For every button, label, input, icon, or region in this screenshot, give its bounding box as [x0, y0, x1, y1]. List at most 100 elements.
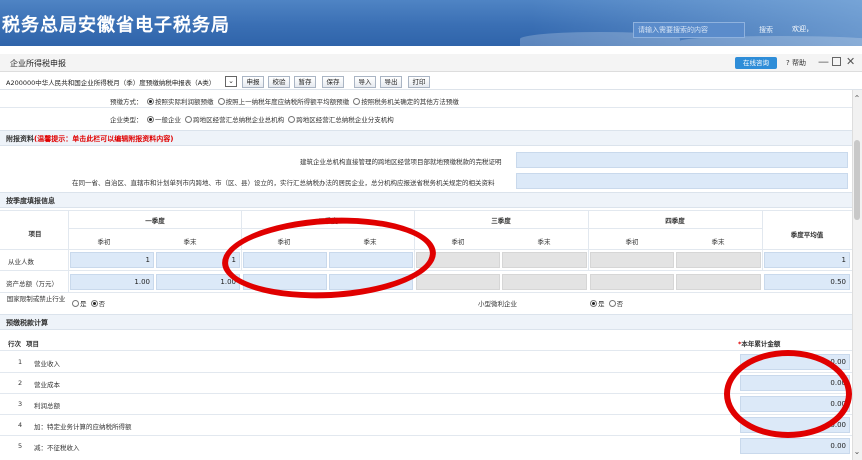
radio-branch[interactable] — [288, 116, 296, 123]
row-label-profit: 利润总额 — [34, 402, 60, 410]
q4-end-employees — [676, 252, 761, 268]
prepay-option-label: 按照税务机关确定的其他方法预缴 — [361, 98, 459, 106]
q1-begin-assets[interactable]: 1.00 — [70, 274, 154, 290]
q3-end-employees — [502, 252, 587, 268]
q4-end-assets — [676, 274, 761, 290]
calc-item-header: 项目 — [26, 340, 39, 348]
declare-button[interactable]: 申报 — [242, 76, 264, 88]
q4-begin-employees — [590, 252, 674, 268]
welcome-text: 欢迎， — [792, 25, 813, 33]
attach-title: 附报资料 — [6, 135, 34, 143]
attach-hint: (温馨提示：单击此栏可以编辑附报资料内容) — [34, 135, 174, 143]
assets-average: 0.50 — [764, 274, 850, 290]
radio-avg-income[interactable] — [217, 98, 225, 105]
prepay-option-label: 按照实际利润额预缴 — [155, 98, 214, 106]
attach-row-2-field[interactable] — [516, 173, 848, 189]
radio-restricted-no[interactable] — [90, 300, 98, 307]
q1-end-header: 季末 — [183, 238, 197, 246]
site-title: 税务总局安徽省电子税务局 — [2, 15, 230, 36]
restore-icon[interactable] — [832, 57, 841, 66]
radio-restricted-yes[interactable] — [72, 300, 79, 307]
attach-row-2-label: 在同一省、自治区、直辖市和计划单列市内跨地、市（区、县）设立的，实行汇总纳税办法… — [72, 179, 495, 187]
q4-begin-header: 季初 — [625, 238, 639, 246]
panel-title: 企业所得税申报 — [10, 59, 66, 68]
close-icon[interactable]: ✕ — [846, 55, 855, 68]
row-no: 1 — [18, 358, 23, 366]
q3-begin-assets — [416, 274, 500, 290]
q1-begin-employees[interactable]: 1 — [70, 252, 154, 268]
q1-header: 一季度 — [145, 217, 165, 225]
assets-label: 资产总额（万元） — [6, 280, 58, 288]
export-button[interactable]: 导出 — [380, 76, 402, 88]
row-label-non-taxable: 减：不征税收入 — [34, 444, 80, 452]
row-label-cost: 营业成本 — [34, 381, 60, 389]
row-no: 5 — [18, 442, 23, 450]
quarterly-section-header: 按季度填报信息 — [0, 192, 852, 208]
row-no: 3 — [18, 400, 23, 408]
q4-end-header: 季末 — [711, 238, 725, 246]
row-label-special-income: 加：特定业务计算的应纳税所得额 — [34, 423, 132, 431]
attach-section-header[interactable]: 附报资料(温馨提示：单击此栏可以编辑附报资料内容) — [0, 130, 852, 146]
no-label: 否 — [616, 300, 624, 308]
prepay-option-label: 按照上一纳税年度应纳税所得额平均额预缴 — [225, 98, 350, 106]
q1-end-assets[interactable]: 1.00 — [156, 274, 240, 290]
radio-general[interactable] — [147, 116, 154, 123]
row-label-revenue: 营业收入 — [34, 360, 60, 368]
prepay-method-label: 预缴方式： — [110, 98, 143, 106]
top-banner: 税务总局安徽省电子税务局 搜索 欢迎， — [0, 0, 862, 46]
q3-end-header: 季末 — [537, 238, 551, 246]
enterprise-option-label: 跨地区经营汇总纳税企业总机构 — [193, 116, 285, 124]
employees-average: 1 — [764, 252, 850, 268]
item-header: 项目 — [28, 230, 42, 238]
annotation-ellipse-ytd — [724, 350, 852, 438]
scroll-up-icon[interactable]: ⌃ — [852, 94, 862, 103]
save-button[interactable]: 保存 — [322, 76, 344, 88]
quarterly-title: 按季度填报信息 — [6, 197, 55, 205]
radio-actual-profit[interactable] — [147, 98, 154, 105]
row-no: 2 — [18, 379, 23, 387]
yes-label: 是 — [598, 300, 605, 308]
print-button[interactable]: 打印 — [408, 76, 430, 88]
calc-title: 预缴税款计算 — [6, 319, 48, 327]
radio-other-method[interactable] — [353, 98, 361, 105]
form-select[interactable]: A200000中华人民共和国企业所得税月（季）度预缴纳税申报表（A类） — [6, 77, 215, 87]
enterprise-options: 一般企业 跨地区经营汇总纳税企业总机构 跨地区经营汇总纳税企业分支机构 — [147, 114, 394, 124]
minimize-icon[interactable]: — — [818, 55, 829, 68]
ytd-header-label: 本年累计金额 — [741, 340, 781, 348]
import-button[interactable]: 导入 — [354, 76, 376, 88]
chevron-down-icon[interactable]: ⌄ — [225, 76, 237, 87]
row-no-header: 行次 — [8, 340, 21, 348]
q3-header: 三季度 — [491, 217, 511, 225]
q3-end-assets — [502, 274, 587, 290]
enterprise-option-label: 跨地区经营汇总纳税企业分支机构 — [296, 116, 394, 124]
avg-header: 季度平均值 — [790, 231, 824, 239]
non-taxable-field[interactable]: 0.00 — [740, 438, 850, 454]
yes-label: 是 — [80, 300, 87, 308]
help-button[interactable]: ? 帮助 — [786, 58, 806, 68]
attach-row-1-field[interactable] — [516, 152, 848, 168]
radio-small-no[interactable] — [608, 300, 616, 307]
search-input[interactable] — [633, 22, 745, 38]
small-enterprise-label: 小型微利企业 — [478, 300, 517, 308]
restricted-options: 是 否 — [72, 298, 105, 308]
validate-button[interactable]: 校验 — [268, 76, 290, 88]
restricted-industry-label: 国家限制或禁止行业 — [6, 295, 66, 303]
row-no: 4 — [18, 421, 23, 429]
attach-row-1-label: 建筑企业总机构直接管理的跨地区经营项目部就地预缴税款的完税证明 — [300, 158, 502, 166]
enterprise-type-label: 企业类型： — [110, 116, 143, 124]
scroll-down-icon[interactable]: ⌄ — [852, 447, 862, 456]
q1-begin-header: 季初 — [97, 238, 111, 246]
q3-begin-header: 季初 — [451, 238, 465, 246]
temp-save-button[interactable]: 暂存 — [294, 76, 316, 88]
radio-head-office[interactable] — [185, 116, 193, 123]
panel-header: 企业所得税申报 — [0, 54, 862, 72]
employees-label: 从业人数 — [8, 258, 34, 266]
radio-small-yes[interactable] — [590, 300, 597, 307]
toolbar: A200000中华人民共和国企业所得税月（季）度预缴纳税申报表（A类） ⌄ 申报… — [0, 74, 862, 90]
search-button[interactable]: 搜索 — [751, 22, 781, 38]
small-enterprise-options: 是 否 — [590, 298, 623, 308]
ytd-header: *本年累计金额 — [738, 338, 780, 348]
online-help-button[interactable]: 在线咨询 — [735, 57, 777, 69]
q4-begin-assets — [590, 274, 674, 290]
scroll-thumb[interactable] — [854, 140, 860, 220]
